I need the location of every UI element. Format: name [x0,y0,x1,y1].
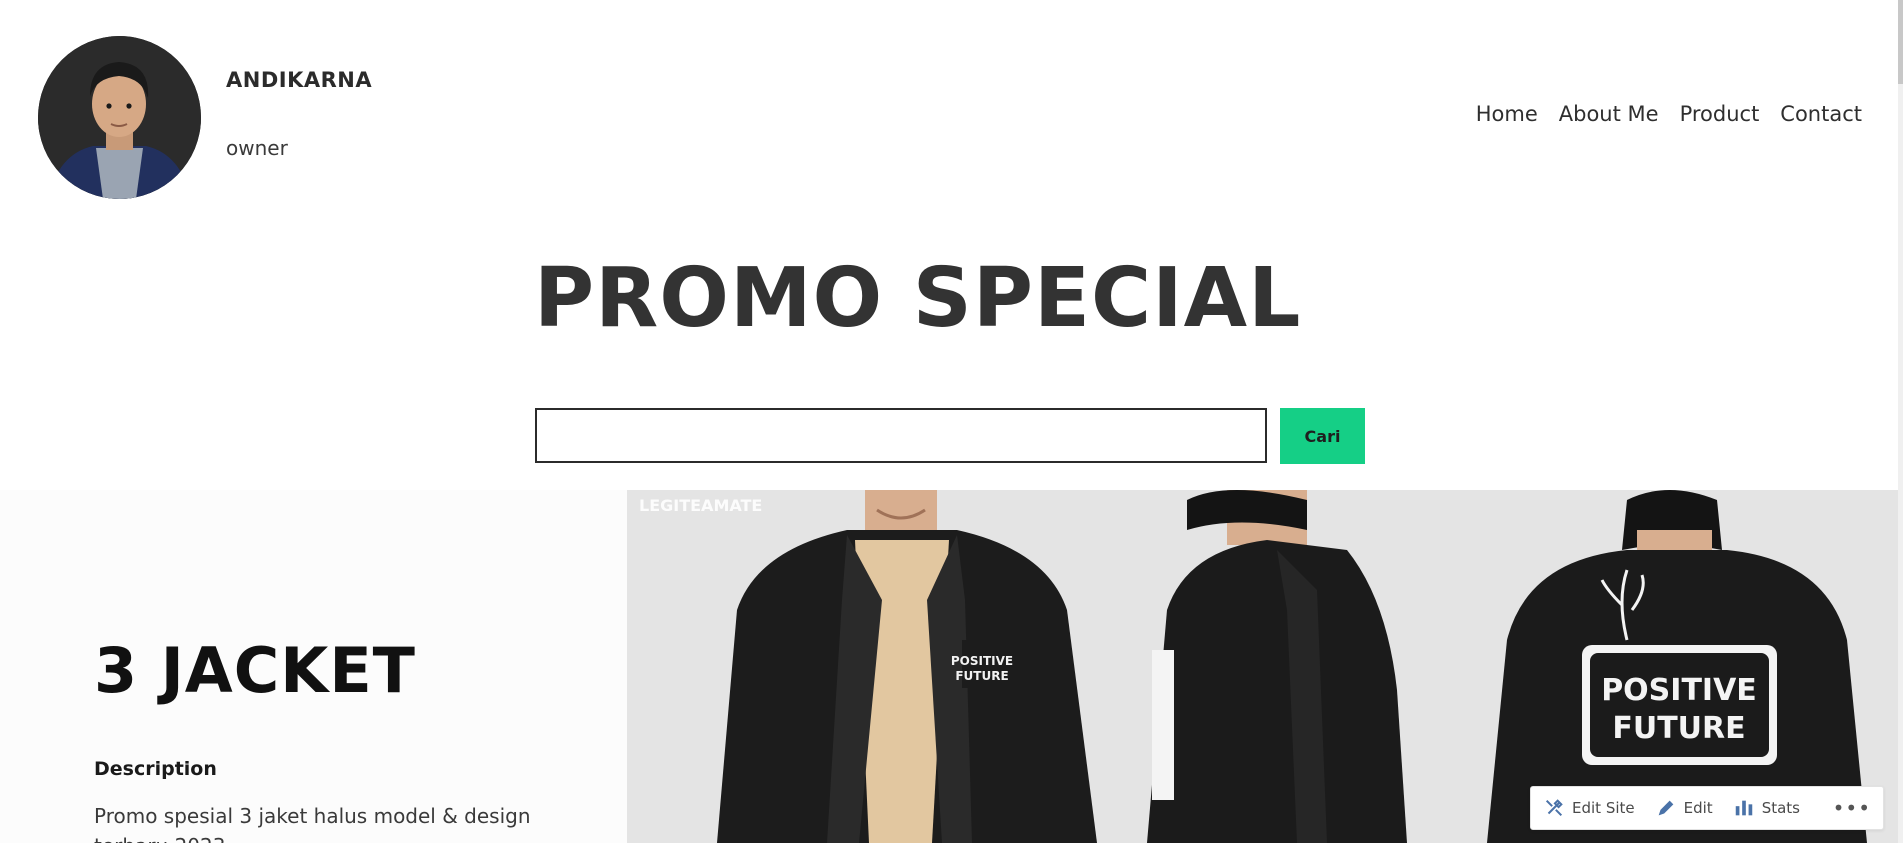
description-text: Promo spesial 3 jaket halus model & desi… [94,804,531,843]
avatar [38,36,201,199]
svg-text:POSITIVE: POSITIVE [1601,673,1757,708]
description-label: Description [94,758,217,780]
edit-button[interactable]: Edit [1655,797,1713,819]
avatar-image [38,36,201,199]
main-nav: Home About Me Product Contact [1476,102,1862,126]
svg-text:FUTURE: FUTURE [1612,711,1745,746]
scrollbar-thumb[interactable] [1898,0,1903,84]
tools-icon [1545,799,1563,817]
nav-item-contact[interactable]: Contact [1780,102,1862,126]
pencil-icon [1658,800,1673,816]
product-title: 3 JACKET [94,634,416,707]
bar-chart-icon [1735,800,1752,816]
search-input[interactable] [535,408,1267,463]
nav-item-home[interactable]: Home [1476,102,1538,126]
nav-item-about-me[interactable]: About Me [1559,102,1659,126]
nav-item-product[interactable]: Product [1680,102,1760,126]
stats-button[interactable]: Stats [1733,797,1800,819]
admin-bar: Edit Site Edit Stats ••• [1530,786,1884,830]
edit-site-button[interactable]: Edit Site [1543,797,1635,819]
more-icon[interactable]: ••• [1833,796,1871,820]
svg-text:POSITIVE: POSITIVE [951,654,1013,668]
page-scrollbar[interactable] [1898,0,1903,843]
page: ANDIKARNA owner Home About Me Product Co… [0,0,1903,843]
site-tagline: owner [226,136,288,160]
site-title[interactable]: ANDIKARNA [226,68,372,92]
stats-label: Stats [1761,799,1800,817]
search-button[interactable]: Cari [1280,408,1365,464]
svg-text:FUTURE: FUTURE [955,669,1008,683]
edit-site-label: Edit Site [1572,799,1635,817]
page-title: PROMO SPECIAL [534,251,1302,346]
brand-watermark: LEGITEAMATE [639,496,763,515]
edit-label: Edit [1683,799,1713,817]
